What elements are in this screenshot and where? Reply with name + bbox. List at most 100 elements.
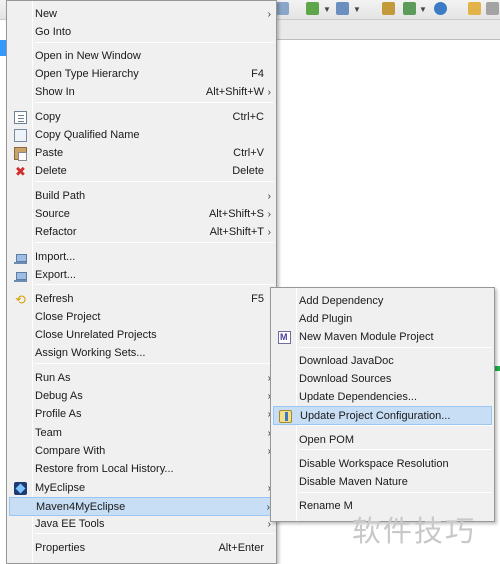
menu-item-label: Profile As (35, 408, 82, 420)
toolbar-globe-icon[interactable] (434, 2, 447, 15)
menu-item-label: Compare With (35, 445, 106, 457)
menu-item-label: Debug As (35, 390, 83, 402)
toolbar-new-dropdown-icon[interactable]: ▼ (419, 5, 427, 14)
submenu-item-open-pom[interactable]: Open POM (273, 431, 492, 450)
submenu-item-new-maven-module-project[interactable]: New Maven Module Project (273, 328, 492, 347)
toolbar-run-icon[interactable] (306, 2, 319, 15)
menu-item-label: Copy (35, 111, 61, 123)
menu-item-label: Delete (35, 165, 67, 177)
menu-item-open-type-hierarchy[interactable]: Open Type Hierarchy F4 (9, 65, 274, 84)
submenu-item-add-dependency[interactable]: Add Dependency (273, 292, 492, 311)
menu-item-restore-from-local-history[interactable]: Restore from Local History... (9, 460, 274, 479)
menu-item-properties[interactable]: Properties Alt+Enter (9, 539, 274, 558)
menu-item-export[interactable]: Export... (9, 266, 274, 285)
menu-separator (299, 347, 492, 348)
toolbar-search-icon[interactable] (486, 2, 499, 15)
toolbar-debug-icon[interactable] (336, 2, 349, 15)
menu-item-copy-qualified-name[interactable]: Copy Qualified Name (9, 126, 274, 145)
menu-item-label: Run As (35, 372, 71, 384)
menu-item-maven4myeclipse[interactable]: Maven4MyEclipse › (9, 497, 274, 516)
toolbar-new-package-icon[interactable] (382, 2, 395, 15)
menu-item-label: Close Project (35, 311, 101, 323)
menu-separator (299, 492, 492, 493)
menu-item-label: Team (35, 427, 62, 439)
menu-item-label: Copy Qualified Name (35, 129, 140, 141)
menu-item-label: New Maven Module Project (299, 331, 434, 343)
menu-item-label: Disable Workspace Resolution (299, 458, 449, 470)
menu-item-compare-with[interactable]: Compare With› (9, 442, 274, 461)
submenu-item-download-sources[interactable]: Download Sources (273, 370, 492, 389)
menu-item-source[interactable]: Source Alt+Shift+S › (9, 205, 274, 224)
menu-separator (299, 425, 492, 426)
menu-item-myeclipse[interactable]: MyEclipse› (9, 479, 274, 498)
export-icon (14, 269, 27, 282)
menu-item-shortcut: Ctrl+C (232, 111, 264, 123)
submenu-item-add-plugin[interactable]: Add Plugin (273, 310, 492, 329)
menu-item-label: Restore from Local History... (35, 463, 174, 475)
menu-item-profile-as[interactable]: Profile As› (9, 405, 274, 424)
submenu-item-disable-workspace-resolution[interactable]: Disable Workspace Resolution (273, 455, 492, 474)
menu-item-refactor[interactable]: Refactor Alt+Shift+T › (9, 223, 274, 242)
myeclipse-icon (14, 482, 27, 495)
menu-item-label: Download JavaDoc (299, 355, 394, 367)
menu-item-shortcut: Alt+Enter (218, 542, 264, 554)
menu-item-refresh[interactable]: ⟲ Refresh F5 (9, 290, 274, 309)
menu-separator (35, 102, 274, 103)
chevron-right-icon: › (267, 9, 271, 20)
paste-icon (14, 147, 27, 161)
menu-item-new[interactable]: New › (9, 5, 274, 24)
menu-separator (35, 284, 274, 285)
menu-item-label: Refactor (35, 226, 77, 238)
menu-item-assign-working-sets[interactable]: Assign Working Sets... (9, 344, 274, 363)
menu-item-java-ee-tools[interactable]: Java EE Tools › (9, 515, 274, 534)
menu-item-run-as[interactable]: Run As› (9, 369, 274, 388)
menu-item-label: Close Unrelated Projects (35, 329, 157, 341)
editor-tab-bar (272, 20, 500, 40)
submenu-item-download-javadoc[interactable]: Download JavaDoc (273, 352, 492, 371)
menu-item-close-unrelated-projects[interactable]: Close Unrelated Projects (9, 326, 274, 345)
menu-item-delete[interactable]: ✖ Delete Delete (9, 162, 274, 181)
menu-item-label: Export... (35, 269, 76, 281)
menu-item-shortcut: Alt+Shift+T (209, 226, 264, 238)
toolbar-debug-dropdown-icon[interactable]: ▼ (353, 5, 361, 14)
submenu-item-update-project-configuration[interactable]: Update Project Configuration... (273, 406, 492, 425)
menu-item-paste[interactable]: Paste Ctrl+V (9, 144, 274, 163)
toolbar-server-icon[interactable] (276, 2, 289, 15)
submenu-item-disable-maven-nature[interactable]: Disable Maven Nature (273, 473, 492, 492)
menu-separator (35, 42, 274, 43)
menu-item-build-path[interactable]: Build Path › (9, 187, 274, 206)
menu-item-shortcut: F4 (251, 68, 264, 80)
menu-item-label: Update Dependencies... (299, 391, 418, 403)
chevron-right-icon: › (267, 87, 271, 98)
toolbar-folder-icon[interactable] (468, 2, 481, 15)
update-configuration-icon (279, 410, 292, 423)
menu-item-import[interactable]: Import... (9, 248, 274, 267)
chevron-right-icon: › (267, 209, 271, 220)
menu-item-team[interactable]: Team› (9, 424, 274, 443)
menu-item-label: Open in New Window (35, 50, 141, 62)
toolbar-new-class-icon[interactable] (403, 2, 416, 15)
menu-item-label: Import... (35, 251, 76, 263)
copy-qualified-name-icon (14, 129, 27, 142)
refresh-icon: ⟲ (15, 292, 26, 307)
menu-item-show-in[interactable]: Show In Alt+Shift+W › (9, 83, 274, 102)
menu-item-go-into[interactable]: Go Into (9, 23, 274, 42)
maven-submenu: Add Dependency Add Plugin New Maven Module… (270, 287, 495, 522)
menu-item-label: Show In (35, 86, 75, 98)
menu-item-shortcut: Alt+Shift+S (208, 208, 264, 220)
project-context-menu: New › Go Into Open in New Window Open Type H… (6, 0, 277, 564)
submenu-item-update-dependencies[interactable]: Update Dependencies... (273, 388, 492, 407)
menu-item-debug-as[interactable]: Debug As› (9, 387, 274, 406)
menu-item-label: Build Path (35, 190, 86, 202)
menu-item-label: Add Dependency (299, 295, 384, 307)
menu-item-label: Update Project Configuration... (300, 410, 451, 422)
chevron-right-icon: › (267, 191, 271, 202)
menu-item-label: Disable Maven Nature (299, 476, 408, 488)
toolbar-run-dropdown-icon[interactable]: ▼ (323, 5, 331, 14)
menu-item-label: Add Plugin (299, 313, 353, 325)
menu-item-open-in-new-window[interactable]: Open in New Window (9, 47, 274, 66)
menu-item-label: Java EE Tools (35, 518, 105, 530)
watermark: 软件技巧 (352, 514, 477, 548)
menu-item-copy[interactable]: Copy Ctrl+C (9, 108, 274, 127)
menu-item-close-project[interactable]: Close Project (9, 308, 274, 327)
